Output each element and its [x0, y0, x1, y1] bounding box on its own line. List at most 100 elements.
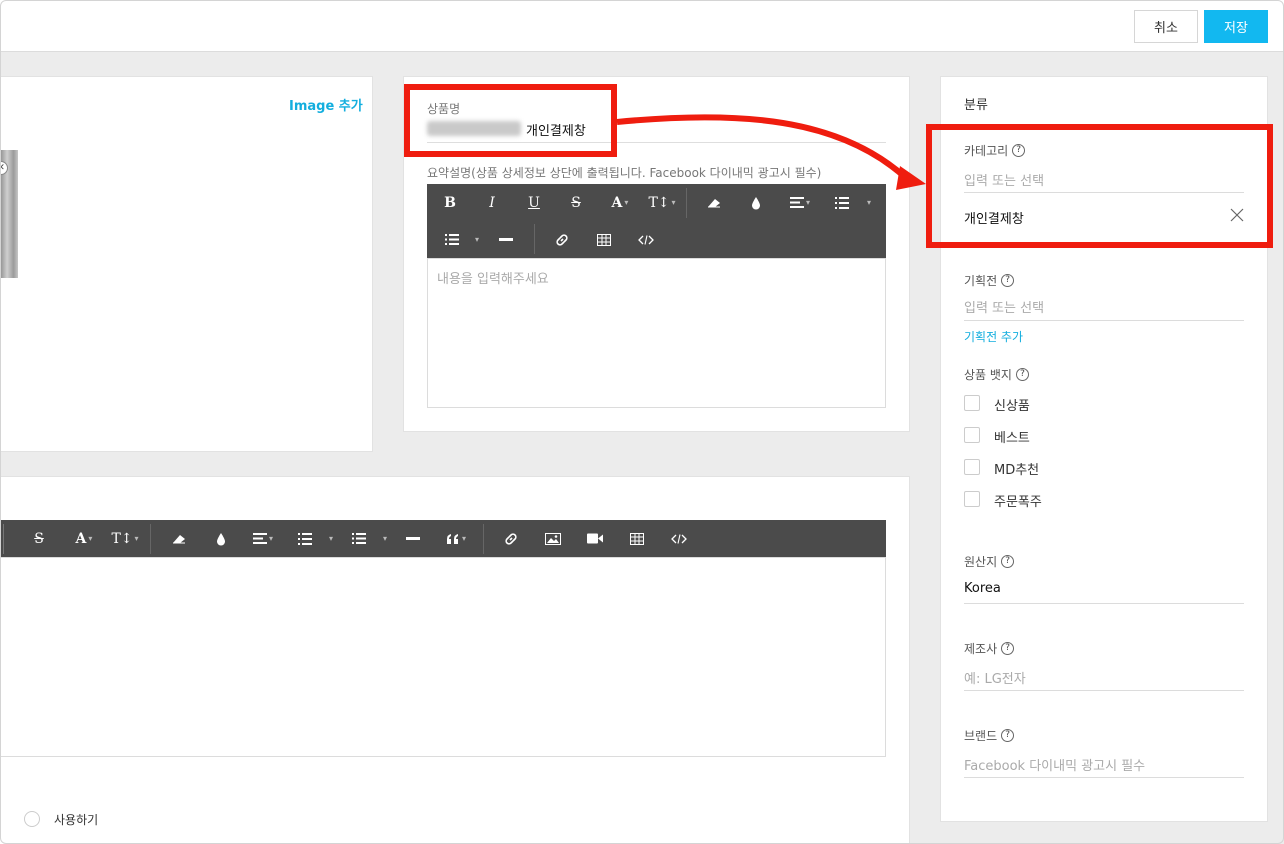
- strikethrough-button[interactable]: S: [26, 520, 52, 557]
- image-icon[interactable]: [540, 520, 566, 557]
- summary-editor-toolbar: B I U S A ▾ T↕ ▾ ▾ ▾ ▾: [427, 184, 886, 258]
- unordered-list-icon[interactable]: [435, 221, 469, 258]
- chevron-down-icon: ▾: [268, 534, 273, 543]
- eraser-icon[interactable]: [701, 184, 727, 221]
- exhibition-input[interactable]: 입력 또는 선택: [964, 297, 1044, 316]
- badge-option-label: 베스트: [994, 431, 1030, 446]
- font-size-button[interactable]: T↕ ▾: [108, 520, 142, 557]
- exhibition-input-underline: [964, 320, 1244, 321]
- toolbar-divider: [150, 524, 151, 554]
- bold-button[interactable]: B: [435, 184, 465, 221]
- italic-button[interactable]: I: [477, 184, 507, 221]
- summary-label: 요약설명(상품 상세정보 상단에 출력됩니다. Facebook 다이내믹 광고…: [427, 166, 822, 180]
- align-button[interactable]: ▾: [783, 184, 817, 221]
- align-button[interactable]: ▾: [246, 520, 280, 557]
- origin-input-underline: [964, 603, 1244, 604]
- eraser-icon[interactable]: [166, 520, 192, 557]
- table-icon[interactable]: [591, 221, 617, 258]
- description-editor-area[interactable]: [0, 557, 886, 757]
- top-bar: 취소 저장: [0, 0, 1284, 52]
- badge-option-label: 주문폭주: [994, 495, 1042, 510]
- badge-checkbox[interactable]: [964, 427, 980, 443]
- use-radio[interactable]: [24, 811, 40, 827]
- help-icon[interactable]: ?: [1001, 274, 1015, 287]
- highlight-color-icon[interactable]: [743, 184, 769, 221]
- code-view-icon[interactable]: [666, 520, 692, 557]
- maker-input-underline: [964, 690, 1244, 691]
- image-card: [0, 76, 373, 452]
- unordered-list-icon[interactable]: [346, 520, 372, 557]
- maker-label-text: 제조사: [964, 642, 998, 656]
- blockquote-icon[interactable]: ▾: [440, 520, 472, 557]
- description-editor-toolbar: S A ▾ T↕ ▾ ▾ ▾ ▾ ▾: [0, 520, 886, 557]
- maker-label: 제조사?: [964, 640, 1015, 657]
- video-icon[interactable]: [582, 520, 608, 557]
- font-size-label: T↕: [111, 530, 133, 547]
- badge-label: 상품 뱃지?: [964, 366, 1029, 383]
- font-color-button[interactable]: A ▾: [68, 520, 100, 557]
- help-icon[interactable]: ?: [1001, 642, 1015, 655]
- link-icon[interactable]: [498, 520, 524, 557]
- unordered-list-dropdown[interactable]: ▾: [469, 221, 483, 258]
- toolbar-divider: [686, 188, 687, 218]
- ordered-list-dropdown[interactable]: ▾: [322, 520, 338, 557]
- image-add-link[interactable]: Image 추가: [289, 95, 363, 114]
- help-icon[interactable]: ?: [1001, 729, 1015, 742]
- save-button[interactable]: 저장: [1204, 10, 1268, 43]
- ordered-list-dropdown[interactable]: ▾: [859, 184, 877, 221]
- badge-option-label: 신상품: [994, 399, 1030, 414]
- help-icon[interactable]: ?: [1001, 555, 1015, 568]
- link-icon[interactable]: [549, 221, 575, 258]
- font-color-label: A: [75, 530, 87, 547]
- brand-input-underline: [964, 777, 1244, 778]
- underline-button[interactable]: U: [519, 184, 549, 221]
- exhibition-add-link[interactable]: 기획전 추가: [964, 328, 1023, 345]
- align-left-icon: [252, 533, 267, 544]
- badge-checkbox[interactable]: [964, 491, 980, 507]
- brand-label: 브랜드?: [964, 727, 1015, 744]
- chevron-down-icon: ▾: [328, 534, 333, 543]
- summary-editor-placeholder: 내용을 입력해주세요: [437, 272, 549, 287]
- chevron-down-icon: ▾: [134, 534, 139, 543]
- exhibition-label-text: 기획전: [964, 274, 998, 288]
- chevron-down-icon: ▾: [474, 235, 479, 244]
- help-icon[interactable]: ?: [1015, 368, 1029, 381]
- badge-checkbox[interactable]: [964, 459, 980, 475]
- sidebar-title: 분류: [964, 98, 988, 113]
- font-size-label: T↕: [648, 194, 670, 211]
- badge-checkbox[interactable]: [964, 395, 980, 411]
- badge-option-label: MD추천: [994, 463, 1040, 478]
- toolbar-divider: [3, 524, 4, 554]
- chevron-down-icon: ▾: [671, 198, 676, 207]
- cancel-button[interactable]: 취소: [1134, 10, 1198, 43]
- font-color-button[interactable]: A ▾: [603, 184, 637, 221]
- brand-input[interactable]: Facebook 다이내믹 광고시 필수: [964, 755, 1145, 774]
- horizontal-rule-icon[interactable]: [400, 520, 426, 557]
- chevron-down-icon: ▾: [866, 198, 871, 207]
- unordered-list-dropdown[interactable]: ▾: [376, 520, 392, 557]
- maker-input[interactable]: 예: LG전자: [964, 668, 1026, 687]
- badge-label-text: 상품 뱃지: [964, 368, 1012, 382]
- align-left-icon: [789, 197, 804, 208]
- highlight-color-icon[interactable]: [208, 520, 234, 557]
- chevron-down-icon: ▾: [805, 198, 810, 207]
- chevron-down-icon: ▾: [382, 534, 387, 543]
- exhibition-label: 기획전?: [964, 272, 1015, 289]
- horizontal-rule-icon[interactable]: [493, 221, 519, 258]
- toolbar-divider: [534, 224, 535, 254]
- ordered-list-icon[interactable]: [831, 184, 853, 221]
- origin-label-text: 원산지: [964, 555, 998, 569]
- table-icon[interactable]: [624, 520, 650, 557]
- toolbar-divider: [483, 524, 484, 554]
- brand-label-text: 브랜드: [964, 729, 998, 743]
- ordered-list-icon[interactable]: [294, 520, 316, 557]
- chevron-down-icon: ▾: [461, 534, 466, 543]
- product-name-highlight-box: [404, 84, 617, 157]
- strikethrough-button[interactable]: S: [561, 184, 591, 221]
- code-view-icon[interactable]: [633, 221, 659, 258]
- font-color-label: A: [611, 194, 623, 211]
- chevron-down-icon: ▾: [88, 534, 93, 543]
- use-radio-label: 사용하기: [54, 813, 99, 827]
- origin-input[interactable]: Korea: [964, 581, 1001, 596]
- font-size-button[interactable]: T↕ ▾: [645, 184, 679, 221]
